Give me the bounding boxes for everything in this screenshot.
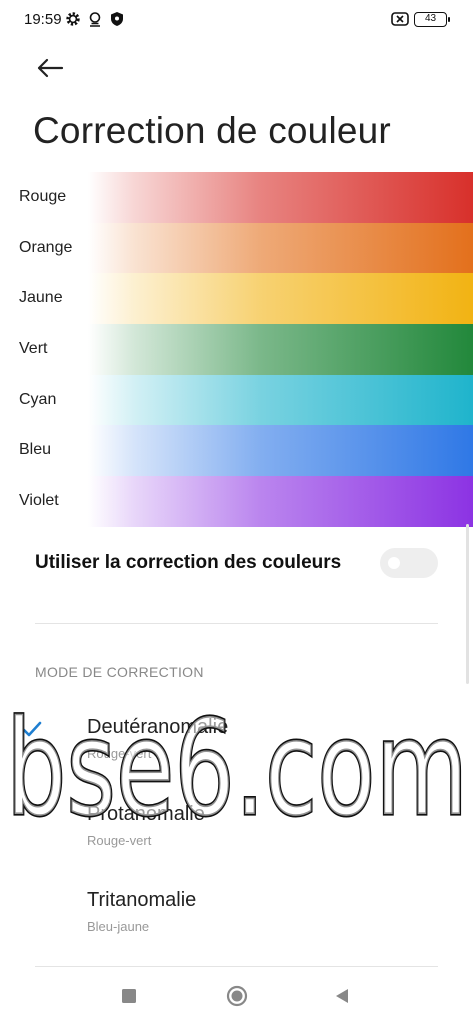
color-strip: [88, 476, 473, 527]
option-title: Tritanomalie: [87, 889, 197, 911]
color-preview: Rouge Orange Jaune Vert Cyan Bleu Violet: [0, 172, 473, 527]
color-label: Bleu: [19, 441, 52, 459]
location-icon: [89, 12, 101, 27]
color-row-yellow: Jaune: [0, 273, 473, 325]
color-label: Jaune: [19, 289, 63, 307]
option-subtitle: Bleu-jaune: [87, 919, 150, 934]
toggle-knob: [388, 557, 400, 569]
divider: [35, 966, 438, 967]
back-triangle-icon[interactable]: [330, 984, 354, 1008]
color-row-orange: Orange: [0, 222, 473, 274]
gear-icon: [66, 12, 80, 26]
color-strip: [88, 374, 473, 426]
color-row-violet: Violet: [0, 476, 473, 527]
color-strip: [88, 324, 473, 375]
status-bar: 19:59 43: [0, 0, 473, 40]
color-strip: [88, 172, 473, 223]
sim-off-icon: [391, 12, 409, 26]
color-correction-switch[interactable]: [380, 548, 438, 578]
color-strip: [88, 425, 473, 477]
back-button[interactable]: [30, 52, 70, 84]
home-circle-icon[interactable]: [225, 984, 249, 1008]
option-tritanomaly[interactable]: Tritanomalie Bleu-jaune: [0, 889, 473, 961]
color-label: Vert: [19, 340, 48, 358]
scrollbar[interactable]: [466, 524, 469, 684]
color-label: Cyan: [19, 390, 57, 408]
watermark: bse6.com: [4, 690, 469, 836]
color-row-cyan: Cyan: [0, 374, 473, 426]
watermark-text: bse6.com: [6, 692, 468, 836]
section-header: MODE DE CORRECTION: [35, 664, 204, 680]
color-label: Violet: [19, 492, 59, 510]
arrow-left-icon: [37, 58, 64, 78]
color-label: Rouge: [19, 188, 67, 205]
color-strip: [88, 273, 473, 325]
color-row-green: Vert: [0, 324, 473, 375]
color-row-blue: Bleu: [0, 425, 473, 477]
shield-icon: [111, 12, 123, 26]
navigation-bar: [0, 970, 473, 1024]
color-strip: [88, 222, 473, 274]
battery-icon: 43: [414, 12, 450, 27]
toggle-label: Utiliser la correction des couleurs: [35, 552, 342, 573]
recents-square-icon[interactable]: [117, 984, 141, 1008]
divider: [35, 623, 438, 624]
status-time: 19:59: [24, 11, 62, 28]
color-row-red: Rouge: [0, 172, 473, 223]
color-correction-toggle-row[interactable]: Utiliser la correction des couleurs: [35, 540, 438, 586]
color-label: Orange: [19, 238, 73, 256]
page-title: Correction de couleur: [33, 110, 391, 151]
